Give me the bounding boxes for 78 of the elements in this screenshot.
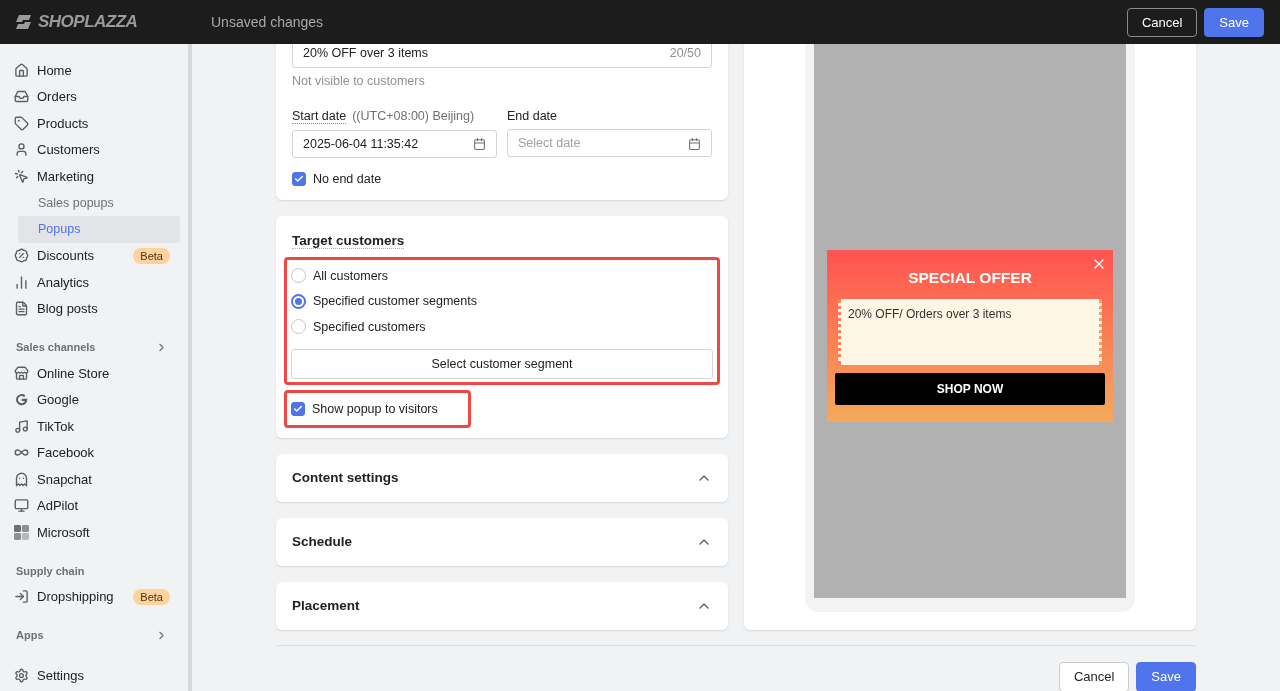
date-field[interactable]: Select date (507, 129, 712, 157)
card-title: Target customers (292, 233, 405, 249)
help-text: Not visible to customers (292, 74, 426, 88)
beta-badge: Beta (133, 588, 170, 605)
calendar-icon (688, 137, 701, 150)
tag-icon (14, 115, 29, 131)
home-icon (14, 62, 29, 78)
store-icon (14, 365, 29, 381)
person-icon (14, 142, 29, 158)
nav-item[interactable]: Sales popups (18, 189, 180, 216)
card-title: Content settings (292, 470, 399, 485)
document-icon (14, 301, 29, 317)
date-field[interactable]: 2025-06-04 11:35:42 (292, 130, 497, 158)
gear-icon (14, 667, 29, 683)
collapsible-card[interactable]: Schedule (276, 517, 728, 566)
pointer-click-icon (14, 168, 29, 184)
timezone-text: ((UTC+08:00) Beijing) (352, 109, 475, 123)
checkbox-label: No end date (313, 172, 382, 186)
check-icon (294, 174, 304, 184)
page-status: Unsaved changes (211, 14, 325, 30)
nav-item[interactable]: AdPilot (0, 492, 180, 519)
cancel-button[interactable]: Cancel (1126, 7, 1198, 37)
nav-item[interactable]: Orders (0, 83, 180, 110)
coupon-text: 20% OFF/ Orders over 3 items (848, 307, 1012, 321)
radio-label: All customers (313, 268, 389, 283)
card-title: Schedule (292, 534, 353, 549)
collapsible-card[interactable]: Placement (276, 581, 728, 630)
collapsible-card[interactable]: Content settings (276, 453, 728, 502)
shop-now-button[interactable]: SHOP NOW (835, 373, 1105, 405)
radio-button[interactable] (291, 319, 306, 335)
save-button[interactable]: Save (1136, 661, 1196, 691)
radio-label: Specified customers (313, 319, 426, 334)
save-button[interactable]: Save (1204, 7, 1264, 37)
checkbox[interactable] (291, 401, 305, 416)
beta-badge: Beta (133, 247, 170, 264)
nav-item[interactable]: Snapchat (0, 466, 180, 493)
section-heading: Sales channels (16, 341, 96, 353)
percent-tag-icon (14, 248, 29, 264)
nav-item[interactable]: Marketing (0, 163, 180, 190)
check-icon (293, 403, 303, 414)
google-icon (14, 392, 29, 408)
nav-item[interactable]: Analytics (0, 269, 180, 296)
radio-label: Specified customer segments (313, 294, 477, 309)
nav-item[interactable]: Home (0, 57, 180, 84)
popup-title: SPECIAL OFFER (908, 269, 1032, 287)
character-counter: 20/50 (669, 46, 701, 60)
nav-item[interactable]: Google (0, 386, 180, 413)
inbox-icon (14, 89, 29, 105)
card-title: Placement (292, 598, 360, 613)
checkbox[interactable] (292, 172, 306, 186)
windows-grid-icon (14, 524, 29, 540)
nav-item[interactable]: Blog posts (0, 295, 180, 322)
music-note-icon (14, 418, 29, 434)
nav-item[interactable]: TikTok (0, 413, 180, 440)
import-icon (14, 589, 29, 605)
monitor-icon (14, 498, 29, 514)
nav-item[interactable]: Customers (0, 136, 180, 163)
checkbox-label: Show popup to visitors (312, 401, 438, 416)
nav-item[interactable]: Facebook (0, 439, 180, 466)
nav-item[interactable]: Dropshipping Beta (0, 583, 180, 610)
bar-chart-icon (14, 274, 29, 290)
field-label: End date (507, 109, 558, 123)
calendar-icon (473, 137, 486, 151)
section-heading: Apps (16, 629, 44, 641)
ghost-icon (14, 471, 29, 487)
nav-item[interactable]: Online Store (0, 360, 180, 387)
nav-item[interactable]: Discounts Beta (0, 242, 180, 269)
cancel-button[interactable]: Cancel (1058, 661, 1130, 691)
radio-button[interactable] (291, 293, 306, 309)
nav-item[interactable]: Microsoft (0, 519, 180, 546)
nav-item[interactable]: Products (0, 110, 180, 137)
logo-text: SHOPLAZZA (38, 12, 138, 32)
logo-icon (16, 13, 34, 31)
section-heading: Supply chain (16, 564, 85, 577)
radio-button[interactable] (291, 268, 306, 284)
field-label: Start date (292, 109, 347, 124)
select-segment-button[interactable]: Select customer segment (291, 348, 713, 379)
nav-item[interactable]: Settings (0, 662, 180, 689)
